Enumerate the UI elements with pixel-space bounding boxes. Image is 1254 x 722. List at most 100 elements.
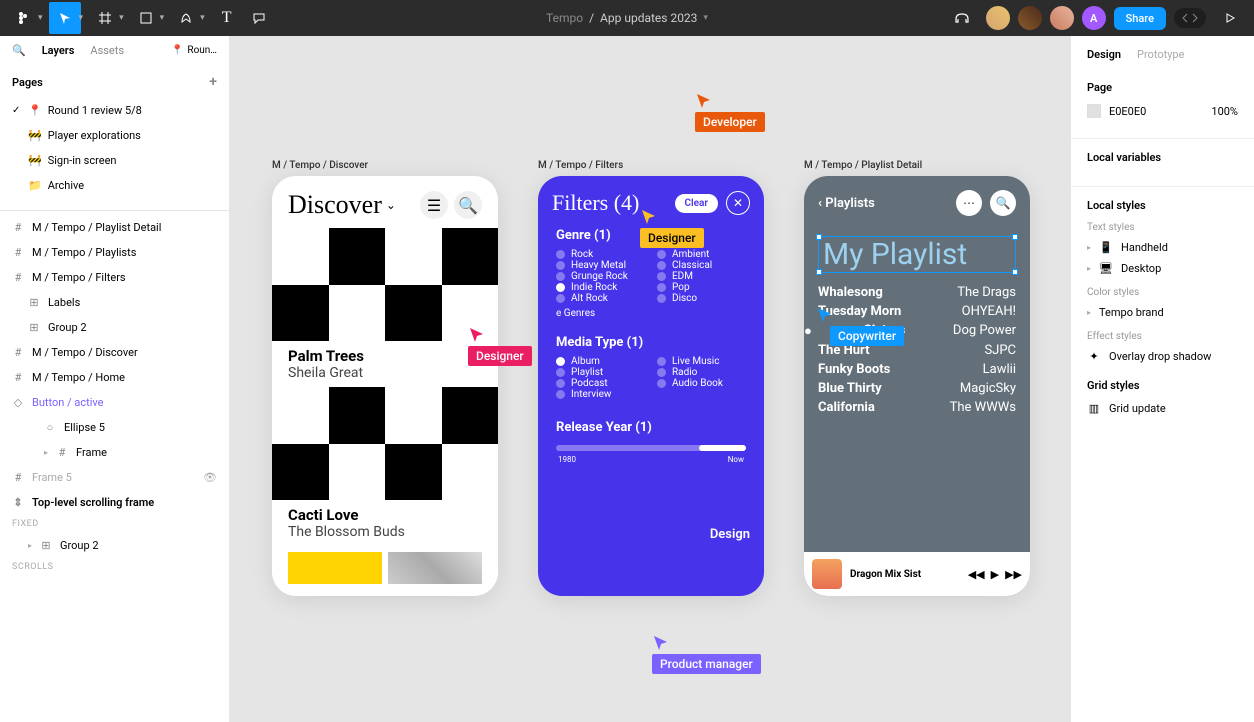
- page-item[interactable]: 🚧Sign-in screen: [0, 148, 229, 173]
- year-slider: [556, 445, 746, 451]
- left-panel: 🔍 Layers Assets 📍Roun… Pages + 📍Round 1 …: [0, 36, 230, 722]
- page-opacity[interactable]: 100%: [1211, 105, 1238, 118]
- layers-tab[interactable]: Layers: [42, 44, 75, 57]
- discover-title: Discover: [288, 190, 382, 220]
- frame-tool-button[interactable]: [89, 2, 121, 34]
- text-styles-heading: Text styles: [1087, 222, 1238, 233]
- chevron-down-icon[interactable]: ▾: [119, 13, 130, 23]
- canvas[interactable]: M / Tempo / Discover M / Tempo / Filters…: [230, 36, 1070, 722]
- search-icon: 🔍: [454, 191, 482, 219]
- page-item[interactable]: 📍Round 1 review 5/8: [0, 98, 229, 123]
- frame-discover[interactable]: Discover ⌄ ☰ 🔍 Palm TreesSheila Great Ca…: [272, 176, 498, 596]
- layer-item-frame[interactable]: #M / Tempo / Playlist Detail: [0, 215, 229, 240]
- page-item[interactable]: 🚧Player explorations: [0, 123, 229, 148]
- shape-tool-button[interactable]: [130, 2, 162, 34]
- add-page-button[interactable]: +: [209, 74, 217, 90]
- prototype-tab[interactable]: Prototype: [1137, 48, 1184, 61]
- layer-item-group[interactable]: ▸⊞Group 2: [0, 533, 229, 558]
- text-tool-button[interactable]: T: [211, 2, 243, 34]
- effect-styles-heading: Effect styles: [1087, 331, 1238, 342]
- right-panel: Design Prototype Page E0E0E0 100% Local …: [1070, 36, 1254, 722]
- share-button[interactable]: Share: [1114, 7, 1166, 30]
- year-heading: Release Year (1): [556, 420, 746, 435]
- page-color-value[interactable]: E0E0E0: [1109, 105, 1146, 118]
- chevron-down-icon[interactable]: ▾: [79, 13, 90, 23]
- page-item[interactable]: 📁Archive: [0, 173, 229, 198]
- layer-item-frame[interactable]: #M / Tempo / Playlists: [0, 240, 229, 265]
- collaborator-avatar-3[interactable]: [1050, 6, 1074, 30]
- frame-label[interactable]: M / Tempo / Discover: [272, 160, 368, 171]
- more-icon: ⋯: [956, 190, 982, 216]
- layer-item-frame[interactable]: #M / Tempo / Discover: [0, 340, 229, 365]
- figma-menu-button[interactable]: [8, 2, 40, 34]
- move-tool-button[interactable]: [49, 2, 81, 34]
- collaborator-avatar-1[interactable]: [986, 6, 1010, 30]
- playlist-title-selected: My Playlist: [818, 236, 1016, 273]
- chevron-down-icon: ⌄: [386, 198, 396, 212]
- layer-item-hidden[interactable]: #Frame 5👁: [0, 465, 229, 490]
- thumb-1: [288, 552, 382, 584]
- cursor-designer-2: Designer: [468, 326, 532, 366]
- color-style-item[interactable]: ▸Tempo brand: [1087, 306, 1238, 319]
- cursor-pm: Product manager: [652, 634, 761, 674]
- design-tab[interactable]: Design: [1087, 48, 1121, 61]
- pages-heading: Pages: [12, 76, 43, 89]
- layer-item-group[interactable]: ⊞Labels: [0, 290, 229, 315]
- top-toolbar: ▾ ▾ ▾ ▾ ▾ T Tempo / App updates 2023 ▾ A…: [0, 0, 1254, 36]
- thumb-2: [388, 552, 482, 584]
- close-icon: ✕: [726, 191, 750, 215]
- layer-item-group[interactable]: ⊞Group 2: [0, 315, 229, 340]
- collaborator-avatar-2[interactable]: [1018, 6, 1042, 30]
- text-style-item[interactable]: ▸📱Handheld: [1087, 241, 1238, 254]
- text-style-item[interactable]: ▸🖥Desktop: [1087, 262, 1238, 275]
- assets-tab[interactable]: Assets: [90, 44, 124, 57]
- cursor-designer-1: Designer: [640, 208, 704, 248]
- media-heading: Media Type (1): [556, 335, 746, 350]
- present-button[interactable]: [1214, 2, 1246, 34]
- local-styles-title: Local styles: [1087, 199, 1238, 212]
- frame-label[interactable]: M / Tempo / Filters: [538, 160, 623, 171]
- page-section-title: Page: [1087, 81, 1238, 94]
- page-color-swatch[interactable]: [1087, 104, 1101, 118]
- play-icon: ▶: [991, 568, 999, 581]
- comment-tool-button[interactable]: [243, 2, 275, 34]
- filter-icon: ☰: [420, 191, 448, 219]
- player-bar: Dragon Mix Sist ◀◀▶▶▶: [804, 552, 1030, 596]
- chevron-down-icon[interactable]: ▾: [38, 13, 49, 23]
- chevron-down-icon[interactable]: ▾: [200, 13, 211, 23]
- current-user-avatar[interactable]: A: [1082, 6, 1106, 30]
- file-breadcrumb[interactable]: Tempo / App updates 2023 ▾: [546, 11, 708, 25]
- chevron-down-icon[interactable]: ▾: [160, 13, 171, 23]
- layer-list: #M / Tempo / Playlist Detail #M / Tempo …: [0, 211, 229, 722]
- local-variables-title[interactable]: Local variables: [1087, 151, 1238, 164]
- back-button: ‹ Playlists: [818, 196, 948, 211]
- layer-item-scroll-frame[interactable]: ⇕Top-level scrolling frame: [0, 490, 229, 515]
- layer-item-ellipse[interactable]: ○Ellipse 5: [0, 415, 229, 440]
- frame-playlist-detail[interactable]: ‹ Playlists ⋯ 🔍 My Playlist WhalesongThe…: [804, 176, 1030, 596]
- layer-section-fixed: FIXED: [0, 515, 229, 533]
- layer-item-frame[interactable]: #M / Tempo / Filters: [0, 265, 229, 290]
- pen-tool-button[interactable]: [170, 2, 202, 34]
- layer-item-frame[interactable]: #M / Tempo / Home: [0, 365, 229, 390]
- search-icon[interactable]: 🔍: [12, 44, 26, 57]
- grid-style-item[interactable]: ▥Grid update: [1087, 402, 1238, 415]
- album-art-1: [272, 228, 498, 341]
- frame-label[interactable]: M / Tempo / Playlist Detail: [804, 160, 922, 171]
- track-list: WhalesongThe Drags Tuesday MornOHYEAH! S…: [804, 283, 1030, 417]
- next-icon: ▶▶: [1005, 568, 1022, 581]
- page-indicator[interactable]: 📍Roun…: [171, 45, 217, 56]
- layer-item-frame[interactable]: ▸#Frame: [0, 440, 229, 465]
- now-playing-title: Dragon Mix Sist: [850, 569, 960, 580]
- visibility-icon[interactable]: 👁: [203, 471, 217, 484]
- search-icon: 🔍: [990, 190, 1016, 216]
- huddle-icon[interactable]: [946, 2, 978, 34]
- dev-mode-toggle[interactable]: [1174, 8, 1206, 28]
- now-playing-art: [812, 559, 842, 589]
- page-list: 📍Round 1 review 5/8 🚧Player explorations…: [0, 98, 229, 211]
- album-art-2: [272, 387, 498, 500]
- effect-style-item[interactable]: ✦Overlay drop shadow: [1087, 350, 1238, 363]
- prev-icon: ◀◀: [968, 568, 985, 581]
- design-label: Design: [710, 527, 750, 542]
- layer-item-component[interactable]: ◇Button / active: [0, 390, 229, 415]
- layer-section-scrolls: SCROLLS: [0, 558, 229, 576]
